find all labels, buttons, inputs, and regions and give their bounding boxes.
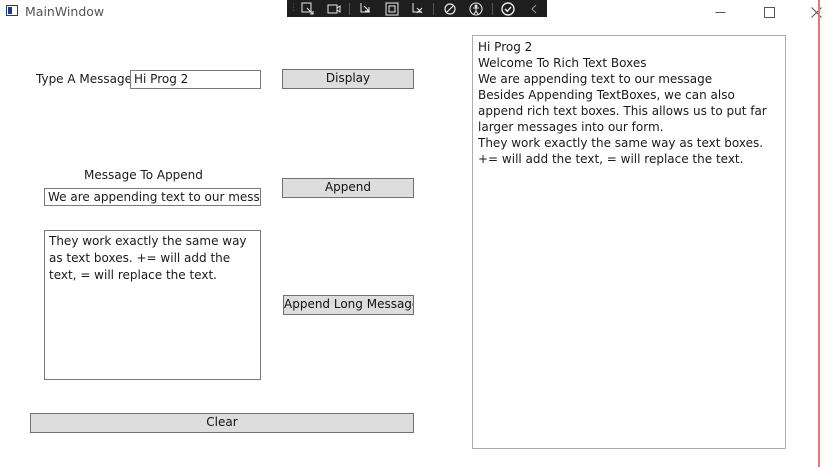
- type-message-label: Type A Message: [36, 72, 132, 86]
- append-button[interactable]: Append: [282, 178, 414, 198]
- clear-button[interactable]: Clear: [30, 413, 414, 433]
- window-title: MainWindow: [25, 4, 105, 19]
- preview-selection-icon[interactable]: [379, 0, 405, 17]
- accessibility-icon[interactable]: [463, 0, 489, 17]
- maximize-button[interactable]: [752, 0, 786, 25]
- minimize-icon: [715, 12, 725, 13]
- select-element-icon[interactable]: [295, 0, 321, 17]
- binding-failures-icon[interactable]: [405, 0, 431, 17]
- toolbar-separator: [491, 2, 493, 15]
- hot-reload-icon[interactable]: [437, 0, 463, 17]
- toolbar-separator: [433, 2, 435, 15]
- append-message-label: Message To Append: [84, 168, 203, 182]
- app-icon: [6, 5, 18, 16]
- append-message-input[interactable]: We are appending text to our message: [44, 188, 261, 206]
- long-message-textbox[interactable]: They work exactly the same way as text b…: [44, 230, 261, 380]
- window-edge-accent: [818, 0, 820, 467]
- display-layout-adorners-icon[interactable]: [321, 0, 347, 17]
- collapse-icon[interactable]: [521, 0, 547, 17]
- rich-text-box[interactable]: Hi Prog 2 Welcome To Rich Text Boxes We …: [472, 35, 786, 449]
- debug-toolbar: ⋮: [287, 0, 547, 17]
- track-focused-element-icon[interactable]: [353, 0, 379, 17]
- close-button[interactable]: [801, 0, 831, 25]
- minimize-button[interactable]: [703, 0, 737, 25]
- maximize-icon: [763, 7, 775, 18]
- append-long-message-button[interactable]: Append Long Message: [283, 295, 414, 315]
- type-message-input[interactable]: Hi Prog 2: [130, 70, 261, 89]
- display-button[interactable]: Display: [282, 69, 414, 89]
- xaml-check-icon[interactable]: [496, 0, 522, 17]
- toolbar-separator: [349, 2, 351, 15]
